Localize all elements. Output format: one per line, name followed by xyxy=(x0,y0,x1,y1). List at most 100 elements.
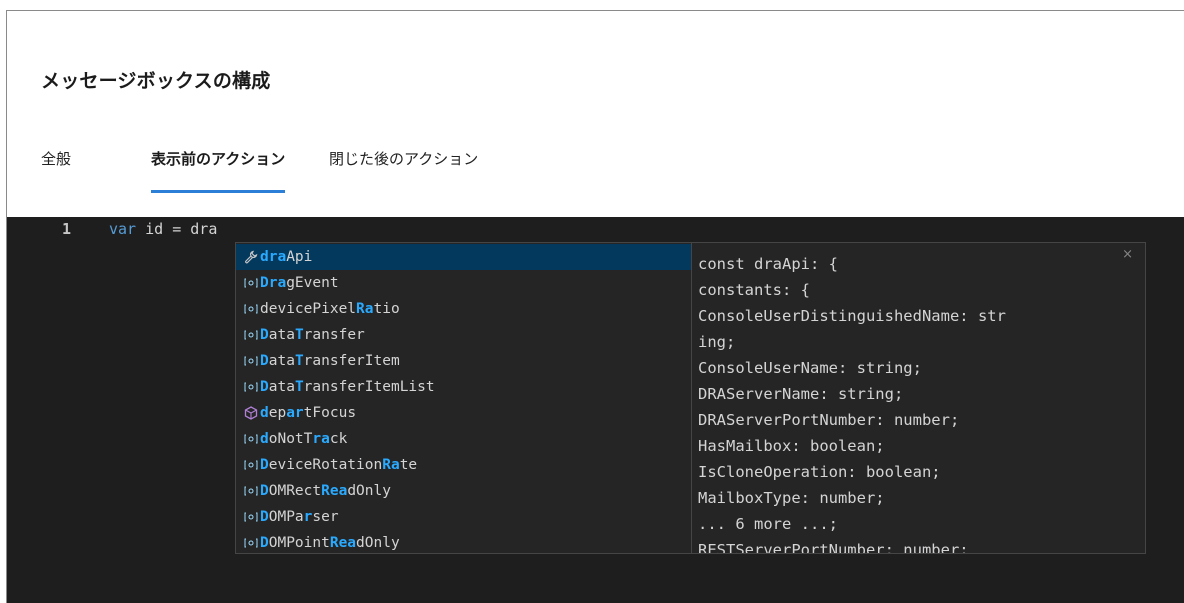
dialog-title: メッセージボックスの構成 xyxy=(41,70,271,92)
match-highlight: Ra xyxy=(356,301,374,317)
match-highlight: D xyxy=(260,457,269,473)
variable-icon xyxy=(243,530,259,556)
suggestion-list[interactable]: draApi DragEvent devicePixelRatio DataTrans… xyxy=(235,242,692,554)
variable-icon xyxy=(243,478,259,504)
code-editor[interactable]: 1 var id = dra draApi DragEvent devicePixe… xyxy=(7,217,1184,603)
variable-icon xyxy=(243,270,259,296)
label-text: oNotT xyxy=(268,431,313,447)
detail-line: DRAServerName: string; xyxy=(698,385,904,403)
detail-line: constants: { xyxy=(698,281,810,299)
detail-line: MailboxType: number; xyxy=(698,489,885,507)
match-highlight: d xyxy=(260,405,269,421)
suggestion-label: DeviceRotationRate xyxy=(260,452,417,478)
dialog-border-top xyxy=(6,10,1184,11)
suggestion-item[interactable]: DOMRectReadOnly xyxy=(236,478,691,504)
variable-icon xyxy=(243,426,259,452)
detail-line: ConsoleUserName: string; xyxy=(698,359,922,377)
detail-line: HasMailbox: boolean; xyxy=(698,437,885,455)
match-highlight: ra xyxy=(312,431,330,447)
suggestion-label: DOMRectReadOnly xyxy=(260,478,391,504)
label-text: ransferItem xyxy=(303,353,400,369)
match-highlight: D xyxy=(260,353,269,369)
suggestion-label: DataTransfer xyxy=(260,322,365,348)
label-text: tFocus xyxy=(303,405,357,421)
match-highlight: ar xyxy=(286,405,304,421)
match-highlight: T xyxy=(294,353,304,369)
label-text: tio xyxy=(373,301,400,317)
match-highlight: Ra xyxy=(382,457,400,473)
label-text: gEvent xyxy=(286,275,339,291)
suggestion-item[interactable]: DOMParser xyxy=(236,504,691,530)
variable-icon xyxy=(243,296,259,322)
label-text: ransfer xyxy=(303,327,365,343)
variable-icon xyxy=(243,452,259,478)
suggestion-item[interactable]: draApi xyxy=(236,244,691,270)
suggestion-item[interactable]: doNotTrack xyxy=(236,426,691,452)
close-icon[interactable]: × xyxy=(1122,247,1133,262)
detail-line: RESTServerPortNumber: number; xyxy=(698,541,969,554)
tab-before-display-actions[interactable]: 表示前のアクション xyxy=(151,148,286,193)
suggestion-details-panel: × const draApi: { constants: { ConsoleUser… xyxy=(692,242,1146,554)
detail-line: const draApi: { xyxy=(698,255,838,273)
match-highlight: Dra xyxy=(260,275,287,291)
label-text: OMRect xyxy=(268,483,322,499)
match-highlight: Rea xyxy=(329,535,357,551)
line-number: 1 xyxy=(62,220,72,238)
suggestion-label: devicePixelRatio xyxy=(260,296,400,322)
label-text: OMPa xyxy=(268,509,304,525)
detail-line: ing; xyxy=(698,333,736,351)
suggestion-label: DOMParser xyxy=(260,504,339,530)
label-text: ser xyxy=(312,509,339,525)
label-text: Api xyxy=(286,249,313,265)
suggestion-item[interactable]: DataTransferItemList xyxy=(236,374,691,400)
label-text: ata xyxy=(268,379,295,395)
label-text: dOnly xyxy=(356,535,400,551)
label-text: devicePixel xyxy=(260,301,357,317)
suggestion-item[interactable]: DataTransferItem xyxy=(236,348,691,374)
variable-icon xyxy=(243,322,259,348)
suggestion-label: DOMPointReadOnly xyxy=(260,530,400,556)
suggestion-label: doNotTrack xyxy=(260,426,347,452)
match-highlight: d xyxy=(260,431,269,447)
match-highlight: D xyxy=(260,535,269,551)
match-highlight: D xyxy=(260,509,269,525)
suggestion-item[interactable]: DeviceRotationRate xyxy=(236,452,691,478)
suggestion-label: DragEvent xyxy=(260,270,339,296)
label-text: ck xyxy=(329,431,348,447)
suggestion-label: draApi xyxy=(260,244,312,270)
suggestion-item[interactable]: departFocus xyxy=(236,400,691,426)
code-text[interactable]: var id = dra xyxy=(109,217,217,241)
suggestion-item[interactable]: DragEvent xyxy=(236,270,691,296)
match-highlight: Rea xyxy=(321,483,348,499)
suggestion-item[interactable]: DataTransfer xyxy=(236,322,691,348)
suggestion-label: departFocus xyxy=(260,400,356,426)
code-rest: id = dra xyxy=(136,220,218,238)
variable-icon xyxy=(243,348,259,374)
detail-line: ... 6 more ...; xyxy=(698,515,838,533)
wrench-icon xyxy=(243,244,259,270)
detail-line: DRAServerPortNumber: number; xyxy=(698,411,960,429)
label-text: ep xyxy=(268,405,287,421)
tab-after-close-actions[interactable]: 閉じた後のアクション xyxy=(329,148,478,193)
variable-icon xyxy=(243,504,259,530)
label-text: ransferItemList xyxy=(303,379,435,395)
code-line-1[interactable]: 1 var id = dra xyxy=(7,217,1184,241)
suggestion-label: DataTransferItem xyxy=(260,348,400,374)
label-text: ata xyxy=(268,327,295,343)
tab-general[interactable]: 全般 xyxy=(41,148,71,193)
suggestion-item[interactable]: devicePixelRatio xyxy=(236,296,691,322)
suggestion-label: DataTransferItemList xyxy=(260,374,435,400)
suggestion-item[interactable]: DOMPointReadOnly xyxy=(236,530,691,556)
label-text: eviceRotation xyxy=(268,457,383,473)
label-text: dOnly xyxy=(347,483,391,499)
detail-line: ConsoleUserDistinguishedName: str xyxy=(698,307,1006,325)
match-highlight: D xyxy=(260,327,269,343)
code-keyword: var xyxy=(109,220,137,238)
match-highlight: D xyxy=(260,483,269,499)
match-highlight: T xyxy=(294,379,304,395)
match-highlight: dra xyxy=(260,249,287,265)
label-text: ata xyxy=(268,353,295,369)
match-highlight: D xyxy=(260,379,269,395)
variable-icon xyxy=(243,374,259,400)
label-text: te xyxy=(399,457,418,473)
